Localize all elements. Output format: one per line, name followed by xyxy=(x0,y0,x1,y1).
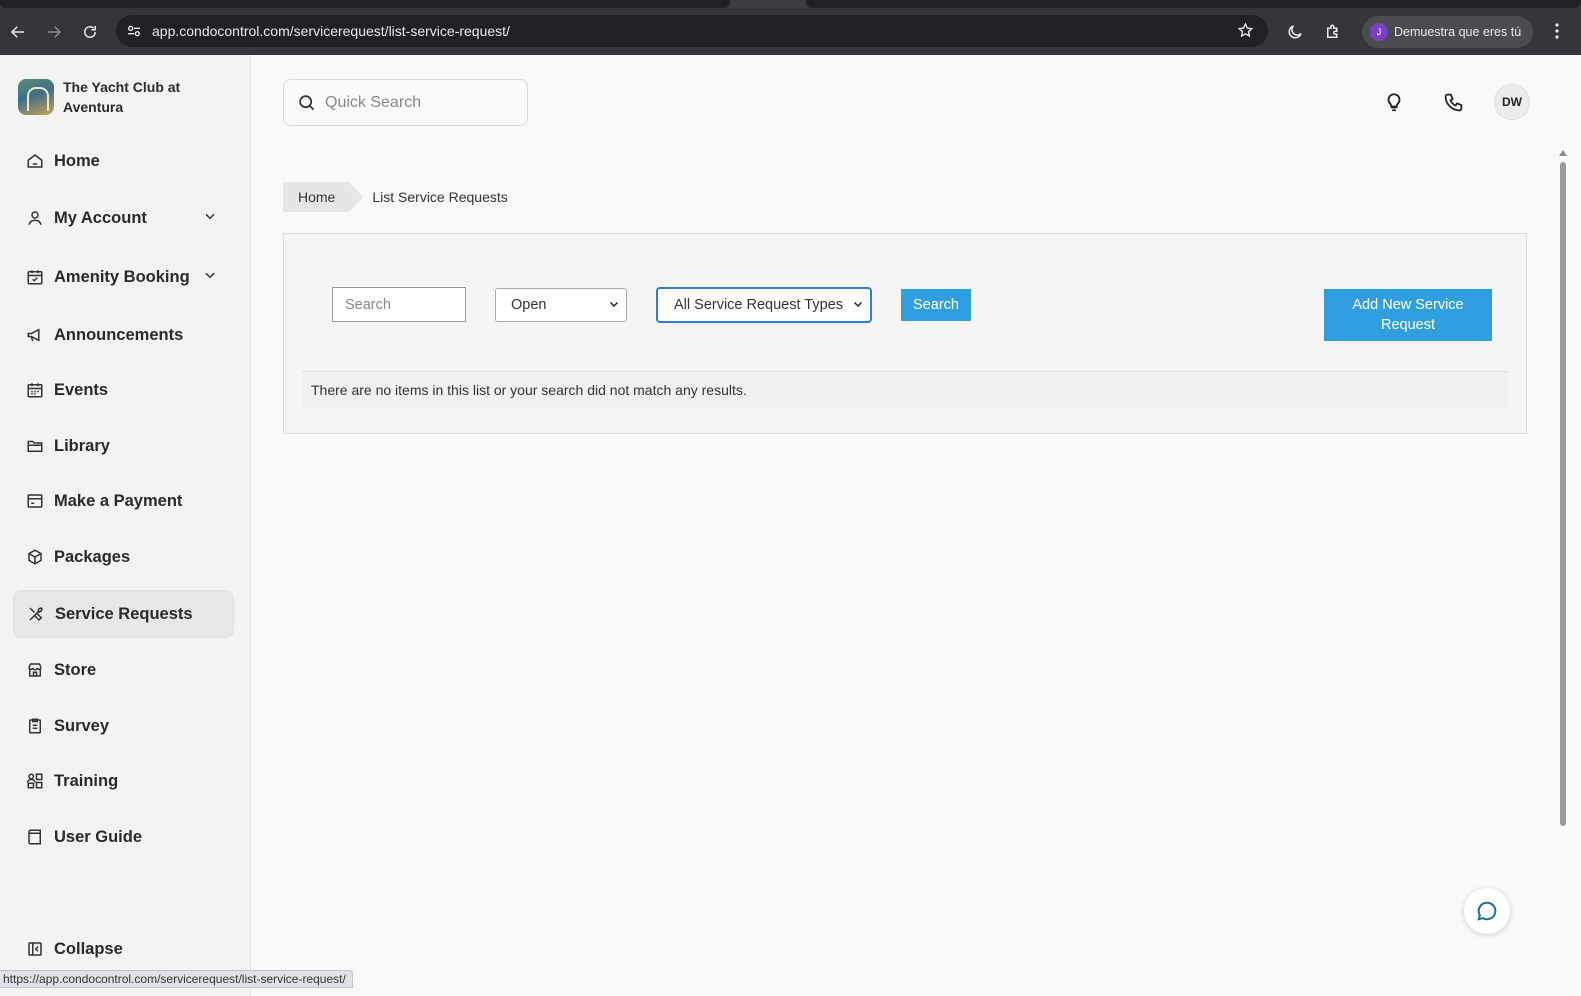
site-settings-icon[interactable] xyxy=(118,15,150,47)
breadcrumb-current: List Service Requests xyxy=(372,189,508,205)
chevron-down-icon[interactable] xyxy=(203,268,217,287)
browser-menu-icon[interactable] xyxy=(1545,15,1569,47)
quick-search-input[interactable] xyxy=(325,93,515,112)
sidebar-item-events[interactable]: Events xyxy=(13,366,234,414)
sidebar-item-label: My Account xyxy=(54,208,147,227)
megaphone-icon xyxy=(25,325,45,345)
sidebar-item-label: Library xyxy=(54,436,110,455)
sidebar-item-packages[interactable]: Packages xyxy=(13,533,234,581)
tools-icon xyxy=(26,604,46,624)
search-button[interactable]: Search xyxy=(901,289,971,321)
user-icon xyxy=(25,208,45,228)
sidebar: The Yacht Club at Aventura Home My Accou… xyxy=(0,55,251,996)
chevron-down-icon xyxy=(852,298,864,314)
extensions-icon[interactable] xyxy=(1316,15,1350,49)
sidebar-item-home[interactable]: Home xyxy=(13,137,234,185)
profile-label: Demuestra que eres tú xyxy=(1394,24,1522,39)
browser-tab[interactable] xyxy=(0,0,730,8)
folder-icon xyxy=(25,436,45,456)
status-bar-url: https://app.condocontrol.com/servicerequ… xyxy=(0,970,353,988)
sidebar-item-user-guide[interactable]: User Guide xyxy=(13,813,234,861)
bookmark-star-icon[interactable] xyxy=(1237,22,1254,44)
chevron-down-icon[interactable] xyxy=(203,209,217,228)
sidebar-item-library[interactable]: Library xyxy=(13,422,234,470)
sidebar-item-training[interactable]: Training xyxy=(13,757,234,805)
chat-icon[interactable] xyxy=(1464,888,1510,934)
store-icon xyxy=(25,660,45,680)
request-type-select-value: All Service Request Types xyxy=(674,297,843,313)
sidebar-item-label: Make a Payment xyxy=(54,491,183,510)
calendar-check-icon xyxy=(25,267,45,287)
breadcrumb: Home List Service Requests xyxy=(283,182,508,212)
reload-icon[interactable] xyxy=(72,14,108,50)
add-new-service-request-button[interactable]: Add New Service Request xyxy=(1324,289,1492,341)
sidebar-item-label: Announcements xyxy=(54,325,184,344)
payment-icon xyxy=(25,491,45,511)
chevron-down-icon xyxy=(608,298,620,314)
request-type-select[interactable]: All Service Request Types xyxy=(657,288,871,322)
community-logo xyxy=(18,79,54,115)
browser-tabstrip xyxy=(0,0,1581,8)
training-icon xyxy=(25,771,45,791)
profile-button[interactable]: J Demuestra que eres tú xyxy=(1362,15,1534,48)
forward-icon[interactable] xyxy=(36,14,72,50)
clipboard-icon xyxy=(25,716,45,736)
sidebar-item-survey[interactable]: Survey xyxy=(13,702,234,750)
collapse-label: Collapse xyxy=(54,939,123,958)
search-input[interactable] xyxy=(332,287,466,322)
sidebar-item-label: Events xyxy=(54,380,109,399)
scrollbar-thumb[interactable] xyxy=(1560,162,1566,826)
page-scrollbar[interactable] xyxy=(1559,148,1567,828)
phone-icon[interactable] xyxy=(1439,88,1467,116)
calendar-icon xyxy=(25,380,45,400)
home-icon xyxy=(25,151,45,171)
empty-results-message: There are no items in this list or your … xyxy=(302,371,1508,408)
package-icon xyxy=(25,547,45,567)
sidebar-item-service-requests[interactable]: Service Requests xyxy=(13,590,234,638)
sidebar-item-my-account[interactable]: My Account xyxy=(13,194,234,242)
sidebar-item-label: Survey xyxy=(54,716,110,735)
breadcrumb-home[interactable]: Home xyxy=(283,182,364,212)
brand-name: The Yacht Club at Aventura xyxy=(63,79,181,115)
collapse-sidebar-icon xyxy=(25,939,45,959)
lightbulb-icon[interactable] xyxy=(1380,88,1408,116)
sidebar-item-label: User Guide xyxy=(54,827,143,846)
search-icon xyxy=(297,93,317,112)
brand[interactable]: The Yacht Club at Aventura xyxy=(18,77,203,117)
url-text[interactable]: app.condocontrol.com/servicerequest/list… xyxy=(152,23,510,39)
sidebar-collapse-button[interactable]: Collapse xyxy=(13,925,234,973)
scroll-up-arrow-icon[interactable] xyxy=(1559,150,1567,156)
service-request-panel: Open All Service Request Types Search Ad… xyxy=(283,233,1527,434)
address-bar[interactable]: app.condocontrol.com/servicerequest/list… xyxy=(116,15,1268,47)
browser-toolbar: app.condocontrol.com/servicerequest/list… xyxy=(0,8,1581,55)
back-icon[interactable] xyxy=(0,14,36,50)
sidebar-item-label: Training xyxy=(54,771,119,790)
user-avatar[interactable]: DW xyxy=(1494,84,1530,120)
dark-mode-extension-icon[interactable] xyxy=(1278,15,1312,49)
browser-tab[interactable] xyxy=(806,0,1581,8)
sidebar-item-label: Store xyxy=(54,660,97,679)
profile-avatar: J xyxy=(1370,22,1388,41)
sidebar-item-label: Packages xyxy=(54,547,131,566)
sidebar-item-make-a-payment[interactable]: Make a Payment xyxy=(13,477,234,525)
quick-search[interactable] xyxy=(283,79,528,126)
book-icon xyxy=(25,827,45,847)
sidebar-item-label: Home xyxy=(54,151,100,170)
sidebar-item-label: Service Requests xyxy=(55,604,193,623)
sidebar-item-store[interactable]: Store xyxy=(13,646,234,694)
sidebar-item-label: Amenity Booking xyxy=(54,267,190,286)
sidebar-item-amenity-booking[interactable]: Amenity Booking xyxy=(13,253,234,301)
sidebar-item-announcements[interactable]: Announcements xyxy=(13,311,234,359)
status-select-value: Open xyxy=(511,297,547,313)
status-select[interactable]: Open xyxy=(495,288,627,322)
